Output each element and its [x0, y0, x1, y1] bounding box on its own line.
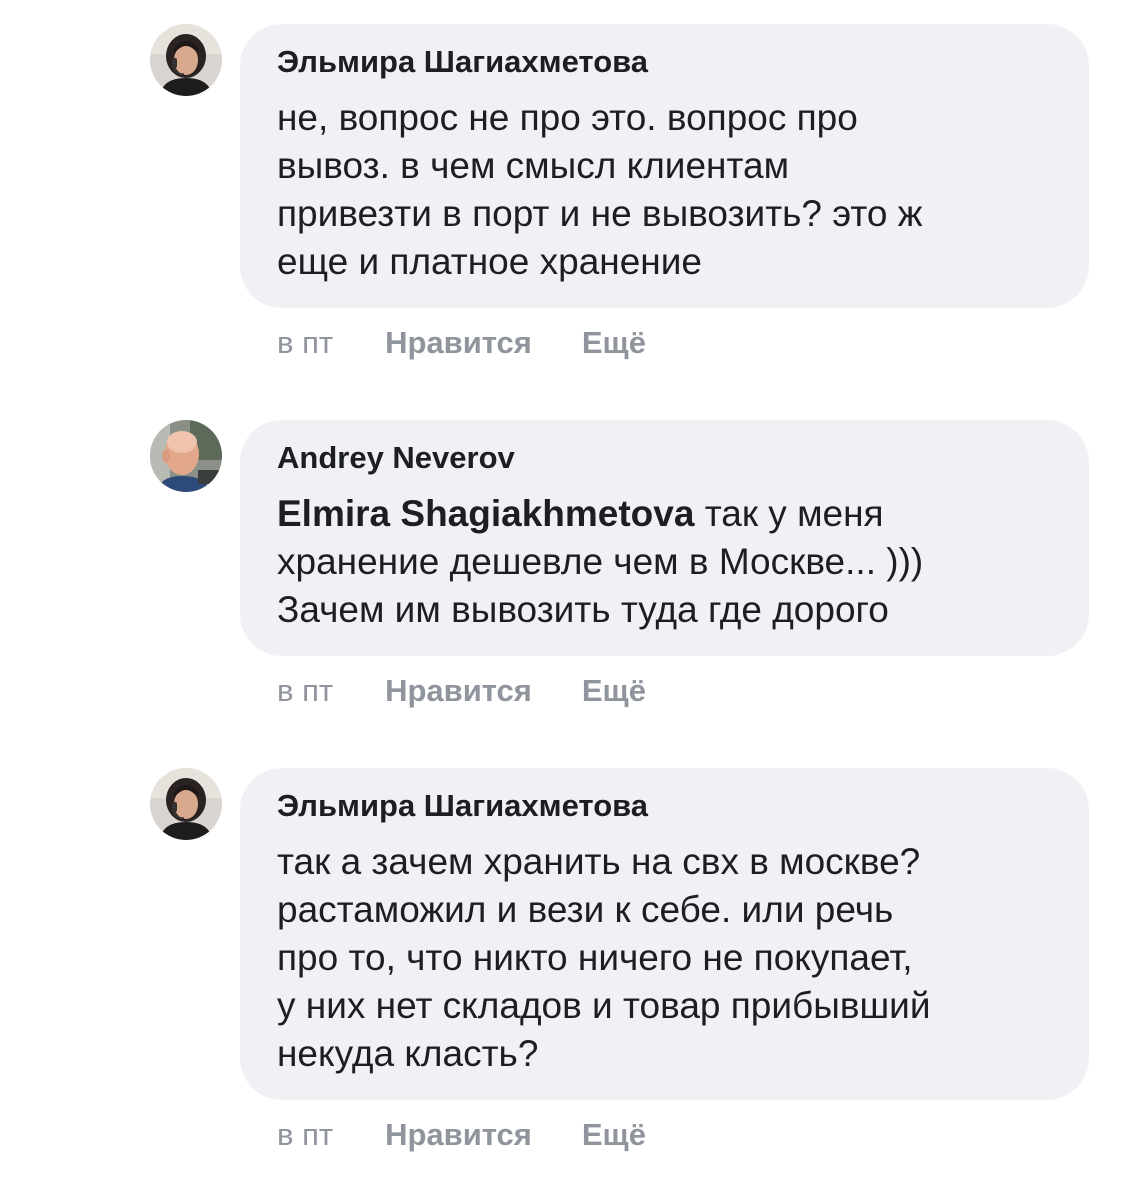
comment-text-line: некуда класть? [277, 1033, 539, 1074]
comment-timestamp[interactable]: в пт [277, 671, 333, 711]
avatar[interactable] [150, 24, 222, 96]
comment-text-fragment: так у меня [694, 493, 884, 534]
user-avatar-icon [150, 420, 222, 492]
comment-author[interactable]: Эльмира Шагиахметова [277, 42, 1059, 82]
comment-text: так а зачем хранить на свх в москве? рас… [277, 838, 1059, 1078]
comment-text-line: не, вопрос не про это. вопрос про [277, 97, 858, 138]
comment-actions: в пт Нравится Ещё [277, 1115, 646, 1155]
comment-actions: в пт Нравится Ещё [277, 323, 646, 363]
comment-bubble: Эльмира Шагиахметова так а зачем хранить… [240, 768, 1089, 1100]
comment-text-line: растаможил и вези к себе. или речь [277, 889, 894, 930]
comment-bubble: Эльмира Шагиахметова не, вопрос не про э… [240, 24, 1089, 308]
like-button[interactable]: Нравится [385, 323, 532, 363]
comment-timestamp[interactable]: в пт [277, 1115, 333, 1155]
comment-text-line: Зачем им вывозить туда где дорого [277, 589, 889, 630]
like-button[interactable]: Нравится [385, 1115, 532, 1155]
user-avatar-icon [150, 24, 222, 96]
comment-bubble: Andrey Neverov Elmira Shagiakhmetova так… [240, 420, 1089, 656]
avatar[interactable] [150, 420, 222, 492]
comment-actions: в пт Нравится Ещё [277, 671, 646, 711]
avatar[interactable] [150, 768, 222, 840]
comment-text-line: про то, что никто ничего не покупает, [277, 937, 913, 978]
mention-link[interactable]: Elmira Shagiakhmetova [277, 493, 694, 534]
user-avatar-icon [150, 768, 222, 840]
comment-author[interactable]: Andrey Neverov [277, 438, 1059, 478]
comment-text-line: у них нет складов и товар прибывший [277, 985, 931, 1026]
comment-text-line: хранение дешевле чем в Москве... ))) [277, 541, 924, 582]
comment-text-line: так а зачем хранить на свх в москве? [277, 841, 921, 882]
more-button[interactable]: Ещё [582, 671, 646, 711]
more-button[interactable]: Ещё [582, 1115, 646, 1155]
comment-text-line: Elmira Shagiakhmetova так у меня [277, 490, 1059, 538]
comment-text-line: привезти в порт и не вывозить? это ж [277, 193, 923, 234]
comment-timestamp[interactable]: в пт [277, 323, 333, 363]
comment-text-line: вывоз. в чем смысл клиентам [277, 145, 790, 186]
like-button[interactable]: Нравится [385, 671, 532, 711]
more-button[interactable]: Ещё [582, 323, 646, 363]
comment-text: Elmira Shagiakhmetova так у меня хранени… [277, 490, 1059, 634]
comment-text: не, вопрос не про это. вопрос про вывоз.… [277, 94, 1059, 286]
comment-text-line: еще и платное хранение [277, 241, 702, 282]
comment-author[interactable]: Эльмира Шагиахметова [277, 786, 1059, 826]
